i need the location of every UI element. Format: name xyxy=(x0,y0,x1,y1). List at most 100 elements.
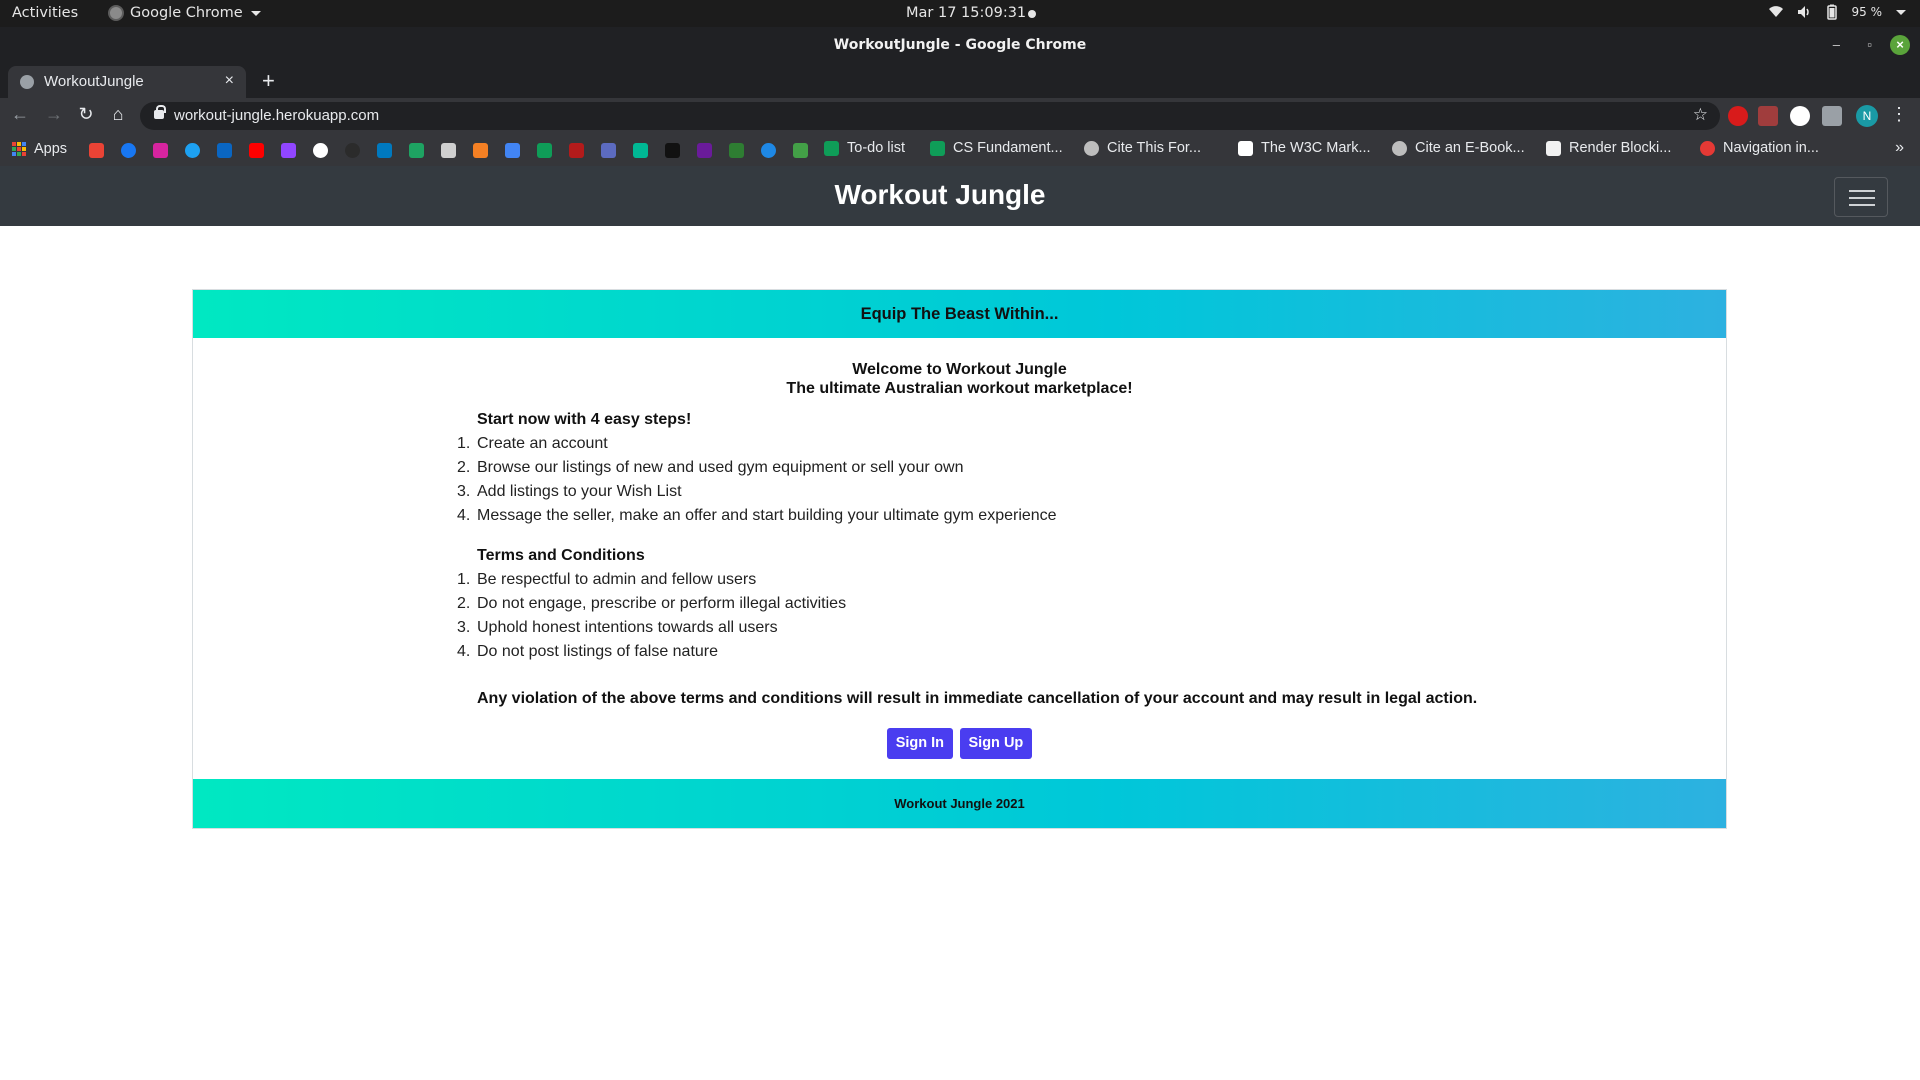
trello-icon[interactable] xyxy=(377,143,392,158)
list-item-text: Do not engage, prescribe or perform ille… xyxy=(477,595,847,612)
list-item-text: Add listings to your Wish List xyxy=(477,483,682,500)
tab-strip: WorkoutJungle × + xyxy=(0,64,1920,98)
bookmark-todo[interactable]: To-do list xyxy=(824,140,905,156)
forward-icon[interactable]: → xyxy=(42,104,66,125)
bookmark-star-icon[interactable]: ☆ xyxy=(1693,105,1708,125)
menu-kebab-icon[interactable]: ⋮ xyxy=(1890,104,1908,125)
back-icon[interactable]: ← xyxy=(8,104,32,125)
system-tray[interactable]: 95 % xyxy=(1768,4,1906,20)
list-item: 4. Do not post listings of false nature xyxy=(457,643,719,660)
list-item: 4. Message the seller, make an offer and … xyxy=(457,507,1057,524)
bookmark-cs-fundamentals[interactable]: CS Fundament... xyxy=(930,140,1063,156)
bookmark-red-icon[interactable] xyxy=(569,143,584,158)
bookmarks-bar: Apps To-do list CS Fundament... Cite Thi… xyxy=(0,134,1920,166)
extension-red-icon[interactable] xyxy=(1728,106,1748,126)
sign-up-button[interactable]: Sign Up xyxy=(959,728,1033,759)
google-forms-icon[interactable] xyxy=(601,143,616,158)
activities-button[interactable]: Activities xyxy=(12,5,78,21)
new-tab-icon[interactable]: + xyxy=(262,68,275,94)
facebook-icon[interactable] xyxy=(121,143,136,158)
bookmark-w3c-markup[interactable]: The W3C Mark... xyxy=(1238,140,1371,156)
chrome-icon xyxy=(108,5,124,21)
extension-cast-icon[interactable] xyxy=(1758,106,1778,126)
home-icon[interactable]: ⌂ xyxy=(106,104,130,125)
google-icon[interactable] xyxy=(313,143,328,158)
bookmark-code-icon[interactable] xyxy=(729,143,744,158)
close-tab-icon[interactable]: × xyxy=(225,72,234,90)
terms-title: Terms and Conditions xyxy=(477,547,645,564)
bookmark-black-icon[interactable] xyxy=(665,143,680,158)
reload-icon[interactable]: ↻ xyxy=(74,104,98,125)
bookmark-cite-ebook[interactable]: Cite an E-Book... xyxy=(1392,140,1525,156)
clock[interactable]: Mar 17 15:09:31 xyxy=(906,5,1026,21)
window-title-bar: WorkoutJungle - Google Chrome – ▫ × xyxy=(0,27,1920,64)
globe-icon xyxy=(1084,140,1099,156)
battery-percent: 95 % xyxy=(1851,5,1883,19)
stackoverflow-icon[interactable] xyxy=(473,143,488,158)
url-text: workout-jungle.herokuapp.com xyxy=(174,107,380,124)
app-menu[interactable]: Google Chrome xyxy=(108,5,261,21)
close-window-icon[interactable]: × xyxy=(1890,35,1910,55)
bookmark-teal-icon[interactable] xyxy=(633,143,648,158)
list-item: 3. Uphold honest intentions towards all u… xyxy=(457,619,778,636)
bookmark-label: CS Fundament... xyxy=(953,140,1063,156)
onedrive-icon[interactable] xyxy=(761,143,776,158)
instagram-icon[interactable] xyxy=(153,143,168,158)
bookmark-green-icon[interactable] xyxy=(409,143,424,158)
bookmark-purple-icon[interactable] xyxy=(697,143,712,158)
google-sheets-icon[interactable] xyxy=(537,143,552,158)
sign-in-button[interactable]: Sign In xyxy=(886,728,954,759)
minimize-icon[interactable]: – xyxy=(1833,37,1840,52)
tab-label: WorkoutJungle xyxy=(44,73,144,90)
chevron-down-icon xyxy=(250,10,261,16)
asterisk-icon xyxy=(1700,140,1715,156)
maximize-icon[interactable]: ▫ xyxy=(1867,37,1872,52)
list-item: 2. Do not engage, prescribe or perform il… xyxy=(457,595,847,612)
bookmark-label: The W3C Mark... xyxy=(1261,140,1371,156)
sheets-icon xyxy=(930,140,945,156)
hamburger-menu-icon[interactable] xyxy=(1834,177,1888,217)
list-item-text: Message the seller, make an offer and st… xyxy=(477,507,1057,524)
list-item: 2. Browse our listings of new and used gy… xyxy=(457,459,964,476)
window-title: WorkoutJungle - Google Chrome xyxy=(833,37,1087,53)
list-item-text: Be respectful to admin and fellow users xyxy=(477,571,757,588)
welcome-text: Welcome to Workout Jungle The ultimate A… xyxy=(193,360,1726,398)
site-brand[interactable]: Workout Jungle xyxy=(0,179,1880,211)
youtube-icon[interactable] xyxy=(249,143,264,158)
twitter-icon[interactable] xyxy=(185,143,200,158)
browser-toolbar: ← → ↻ ⌂ workout-jungle.herokuapp.com ☆ N… xyxy=(0,98,1920,134)
bookmark-label: Cite This For... xyxy=(1107,140,1202,156)
bookmark-label: To-do list xyxy=(847,140,906,156)
gmail-icon[interactable] xyxy=(89,143,104,158)
steps-title: Start now with 4 easy steps! xyxy=(477,411,692,428)
terms-warning: Any violation of the above terms and con… xyxy=(477,690,1478,707)
extension-circle-icon[interactable] xyxy=(1790,106,1810,126)
bookmark-navigation[interactable]: Navigation in... xyxy=(1700,140,1819,156)
list-item: 1. Be respectful to admin and fellow user… xyxy=(457,571,757,588)
wifi-icon xyxy=(1768,6,1783,17)
google-docs-icon[interactable] xyxy=(505,143,520,158)
web-dev-icon xyxy=(1546,140,1561,156)
auth-buttons: Sign In Sign Up xyxy=(193,728,1726,759)
apps-grid-icon xyxy=(12,142,26,156)
list-item-text: Create an account xyxy=(477,435,608,452)
bookmark-apps[interactable]: Apps xyxy=(12,141,67,157)
github-icon[interactable] xyxy=(345,143,360,158)
extensions-puzzle-icon[interactable] xyxy=(1822,106,1842,126)
bookmarks-overflow-icon[interactable]: » xyxy=(1895,139,1904,157)
list-item: 3. Add listings to your Wish List xyxy=(457,483,682,500)
welcome-title: Welcome to Workout Jungle xyxy=(852,361,1067,378)
tab-workoutjungle[interactable]: WorkoutJungle × xyxy=(8,66,246,98)
bookmark-doc-icon[interactable] xyxy=(441,143,456,158)
w3c-icon xyxy=(1238,140,1253,156)
bookmark-cite-this-for[interactable]: Cite This For... xyxy=(1084,140,1201,156)
address-bar[interactable]: workout-jungle.herokuapp.com ☆ xyxy=(140,102,1720,130)
card-header: Equip The Beast Within... xyxy=(193,290,1726,338)
profile-avatar[interactable]: N xyxy=(1856,105,1878,127)
linkedin-icon[interactable] xyxy=(217,143,232,158)
twitch-icon[interactable] xyxy=(281,143,296,158)
battery-icon xyxy=(1826,4,1837,20)
bookmark-label: Navigation in... xyxy=(1723,140,1819,156)
bookmark-render-blocking[interactable]: Render Blocki... xyxy=(1546,140,1671,156)
shield-icon[interactable] xyxy=(793,143,808,158)
